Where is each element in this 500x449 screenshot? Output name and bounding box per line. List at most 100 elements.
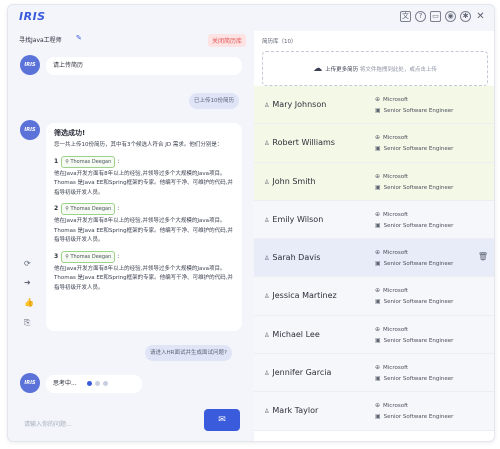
resume-row[interactable]: ♙ Jessica Martinez ⊕ Microsoft ▣ Senior Sof… <box>254 277 494 316</box>
resume-row[interactable]: ♙ Emily Wilson ⊕ Microsoft ▣ Senior Softwar… <box>254 200 494 240</box>
account-icon[interactable]: ◉ <box>445 11 456 22</box>
candidate-tag[interactable]: ⚲ Thomas Deegan <box>61 203 116 215</box>
chat-input-area <box>20 411 205 435</box>
user-message: 请进入HR面试并生成面试问题? <box>145 345 232 361</box>
refresh-icon[interactable]: ⟳ <box>24 259 31 268</box>
upload-hint-text: 将文件拖拽到此处，或点击上传 <box>359 67 437 73</box>
person-icon: ♙ <box>264 331 270 339</box>
close-library-button[interactable]: 关闭简历库 <box>207 34 246 47</box>
loading-dot <box>102 381 108 386</box>
avatar: IRIS <box>20 55 40 75</box>
loading-dots <box>86 381 108 386</box>
candidate-number: 3 <box>54 252 59 260</box>
thumbs-up-icon[interactable]: 👍 <box>24 298 34 307</box>
globe-icon: ⊕ <box>375 134 381 142</box>
resume-row[interactable]: ♙ Mary Johnson ⊕ Microsoft ▣ Senior Softwar… <box>254 86 494 125</box>
badge-icon: ▣ <box>375 145 381 153</box>
badge-icon: ▣ <box>375 298 381 306</box>
job-title: ▣ Senior Software Engineer <box>375 336 454 344</box>
candidate-number: 2 <box>54 205 59 212</box>
person-icon: ♙ <box>264 408 270 416</box>
badge-icon: ▣ <box>375 336 381 344</box>
candidate-name: ♙ Sarah Davis <box>264 253 321 263</box>
company: ⊕ Microsoft <box>375 134 409 142</box>
candidate-description: 他在Java开发方面有8年以上的经验,并领导过多个大规模的Java项目。Thom… <box>54 265 233 291</box>
upload-main-text: 上传更多简历 <box>325 67 359 73</box>
company: ⊕ Microsoft <box>375 172 409 180</box>
resume-library-panel: 简历库（10） ☁ 上传更多简历 将文件拖拽到此处，或点击上传 ♙ Mary Joh… <box>254 31 494 441</box>
settings-icon[interactable]: ✱ <box>460 11 471 22</box>
app-window: IRIS 文 ? ▭ ◉ ✱ ✕ 寻找Java工程师 ✎ 关闭简历库 IRIS … <box>7 4 495 442</box>
result-title: 筛选成功! <box>54 129 86 137</box>
result-intro: 您一共上传10份简历，其中有3个候选人符合 JD 需求。他们分别是： <box>54 142 223 148</box>
candidate-name: ♙ Robert Williams <box>264 138 335 148</box>
forward-icon[interactable]: ➜ <box>24 278 31 287</box>
person-icon: ♙ <box>264 178 270 186</box>
badge-icon: ▣ <box>375 413 381 421</box>
candidate-name: ♙ John Smith <box>264 176 316 186</box>
resume-row[interactable]: ♙ Sarah Davis ⊕ Microsoft ▣ Senior Software… <box>254 239 494 278</box>
thumbs-down-icon[interactable]: ⎘ <box>24 318 30 328</box>
badge-icon: ▣ <box>375 183 381 191</box>
resume-row[interactable]: ♙ John Smith ⊕ Microsoft ▣ Senior Software … <box>254 162 494 201</box>
trash-icon[interactable]: 🗑 <box>478 252 488 261</box>
resume-row[interactable]: ♙ Michael Lee ⊕ Microsoft ▣ Senior Software… <box>254 315 494 355</box>
job-title: ▣ Senior Software Engineer <box>375 375 454 383</box>
ai-result-message: 筛选成功! 您一共上传10份简历，其中有3个候选人符合 JD 需求。他们分别是：… <box>46 123 242 331</box>
person-icon: ♙ <box>264 216 270 224</box>
resume-row[interactable]: ♙ Robert Williams ⊕ Microsoft ▣ Senior Soft… <box>254 124 494 163</box>
candidate-name: ♙ Jessica Martinez <box>264 291 337 301</box>
ai-message: 请上传简历 <box>46 57 242 75</box>
job-title: ▣ Senior Software Engineer <box>375 145 454 153</box>
resume-list: ♙ Mary Johnson ⊕ Microsoft ▣ Senior Softwar… <box>254 86 494 431</box>
close-icon[interactable]: ✕ <box>475 11 486 22</box>
upload-cloud-icon: ☁ <box>313 64 323 74</box>
translate-icon[interactable]: 文 <box>400 11 411 22</box>
library-header: 简历库（10） <box>262 39 297 45</box>
globe-icon: ⊕ <box>375 249 381 257</box>
candidate-name: ♙ Emily Wilson <box>264 214 324 224</box>
loading-dot <box>86 381 92 386</box>
candidate-row: 2 ⚲ Thomas Deegan : <box>54 203 234 215</box>
job-title: ▣ Senior Software Engineer <box>375 183 454 191</box>
resume-row[interactable]: ♙ Mark Taylor ⊕ Microsoft ▣ Senior Software… <box>254 392 494 431</box>
globe-icon: ⊕ <box>375 210 381 218</box>
company: ⊕ Microsoft <box>375 325 409 333</box>
monitor-icon[interactable]: ▭ <box>430 11 441 22</box>
project-title: 寻找Java工程师 <box>19 37 62 44</box>
title-bar: IRIS 文 ? ▭ ◉ ✱ ✕ <box>8 5 494 31</box>
globe-icon: ⊕ <box>375 402 381 410</box>
help-icon[interactable]: ? <box>415 11 426 22</box>
company: ⊕ Microsoft <box>375 210 409 218</box>
job-title: ▣ Senior Software Engineer <box>375 221 454 229</box>
chat-input[interactable] <box>20 414 205 435</box>
person-icon: ♙ <box>264 293 270 301</box>
candidate-name: ♙ Mary Johnson <box>264 100 327 109</box>
candidate-number: 1 <box>54 157 59 165</box>
person-icon: ♙ <box>264 370 270 378</box>
person-icon: ♙ <box>264 140 270 148</box>
thinking-message: 思考中... <box>46 375 142 393</box>
company: ⊕ Microsoft <box>375 402 409 410</box>
candidate-name: ♙ Jennifer Garcia <box>264 368 332 378</box>
avatar: IRIS <box>20 373 40 393</box>
badge-icon: ▣ <box>375 260 381 268</box>
candidate-tag[interactable]: ⚲ Thomas Deegan <box>61 250 116 263</box>
candidate-name: ♙ Mark Taylor <box>264 406 319 416</box>
edit-icon[interactable]: ✎ <box>76 34 82 42</box>
loading-dot <box>94 381 100 386</box>
badge-icon: ▣ <box>375 221 381 229</box>
send-icon: ✉ <box>218 415 226 425</box>
job-title: ▣ Senior Software Engineer <box>375 260 454 268</box>
send-button[interactable]: ✉ <box>204 409 240 431</box>
globe-icon: ⊕ <box>375 287 381 295</box>
candidate-row: 3 ⚲ Thomas Deegan : <box>54 250 234 263</box>
candidate-tag[interactable]: ⚲ Thomas Deegan <box>61 155 116 168</box>
upload-dropzone[interactable]: ☁ 上传更多简历 将文件拖拽到此处，或点击上传 <box>262 51 488 86</box>
globe-icon: ⊕ <box>375 325 381 333</box>
company: ⊕ Microsoft <box>375 249 409 257</box>
job-title: ▣ Senior Software Engineer <box>375 107 454 114</box>
company: ⊕ Microsoft <box>375 287 409 295</box>
globe-icon: ⊕ <box>375 172 381 180</box>
resume-row[interactable]: ♙ Jennifer Garcia ⊕ Microsoft ▣ Senior Soft… <box>254 354 494 393</box>
